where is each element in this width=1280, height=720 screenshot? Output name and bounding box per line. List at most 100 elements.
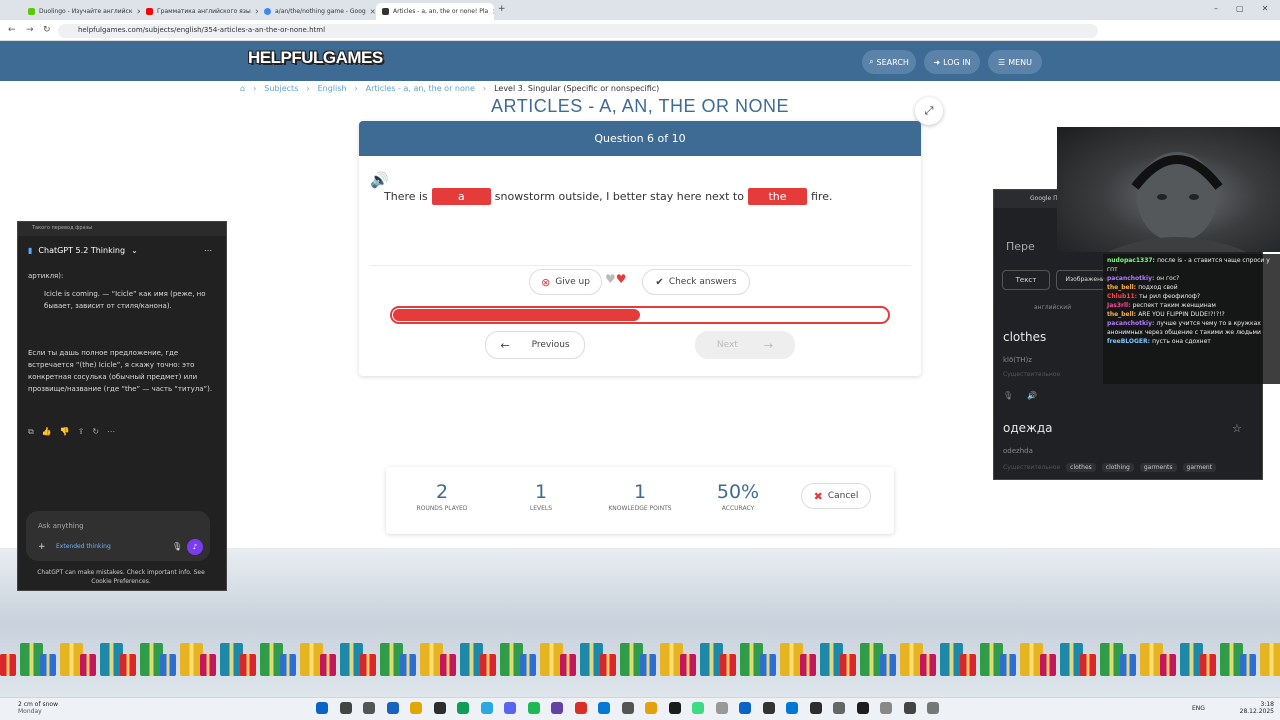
chat-text: респект таким женщинам bbox=[1132, 302, 1216, 309]
speaker-icon[interactable]: 🔊 bbox=[370, 171, 389, 189]
synonym-chip[interactable]: garment bbox=[1182, 463, 1217, 472]
text-mode-button[interactable]: Текст bbox=[1002, 270, 1050, 290]
thumbs-up-icon[interactable]: 👍 bbox=[42, 427, 52, 437]
close-circle-icon: ⊗ bbox=[541, 275, 551, 289]
more-icon[interactable]: ⋯ bbox=[107, 427, 115, 437]
copy-icon[interactable]: ⧉ bbox=[28, 427, 34, 437]
taskbar-app-icon[interactable] bbox=[903, 702, 916, 714]
model-selector[interactable]: ▮ ChatGPT 5.2 Thinking ⌄ bbox=[28, 246, 138, 255]
taskbar-app-icon[interactable] bbox=[433, 702, 446, 714]
login-button[interactable]: ➜ LOG IN bbox=[924, 50, 980, 74]
chat-input[interactable]: Ask anything + Extended thinking 🎙 ♪ bbox=[26, 511, 210, 561]
taskbar-app-icon[interactable] bbox=[786, 702, 798, 714]
cancel-button[interactable]: ✖ Cancel bbox=[801, 483, 871, 509]
browser-tab-duolingo[interactable]: Duolingo - Изучайте английск ✕ bbox=[22, 3, 140, 20]
synonym-chip[interactable]: clothes bbox=[1066, 463, 1096, 472]
result-translit: odezhda bbox=[1003, 447, 1033, 455]
home-icon[interactable]: ⌂ bbox=[240, 84, 245, 93]
taskbar-app-icon[interactable] bbox=[880, 702, 892, 714]
maximize-icon[interactable]: ▢ bbox=[1236, 4, 1244, 13]
gift-box bbox=[320, 654, 336, 676]
taskbar-app-icon[interactable] bbox=[316, 702, 328, 714]
heart-empty-icon: ♥ bbox=[605, 272, 616, 286]
taskbar-app-icon[interactable] bbox=[339, 702, 352, 714]
taskbar-app-icon[interactable] bbox=[386, 702, 399, 714]
answer-blank-1[interactable]: a bbox=[431, 188, 491, 205]
chat-username: the_bell: bbox=[1107, 311, 1139, 318]
speaker-icon[interactable]: 🔊 bbox=[1027, 391, 1037, 400]
breadcrumb-subjects[interactable]: Subjects bbox=[264, 84, 298, 93]
language-indicator[interactable]: ENG bbox=[1192, 705, 1205, 712]
extended-thinking-toggle[interactable]: Extended thinking bbox=[56, 543, 111, 550]
chat-text: он гос? bbox=[1156, 275, 1180, 282]
chat-message: pacanchotkiy: он гос? bbox=[1107, 274, 1276, 283]
plus-icon[interactable]: + bbox=[38, 542, 46, 552]
close-tab-icon[interactable]: ✕ bbox=[492, 8, 494, 16]
mic-icon[interactable]: 🎙 bbox=[1003, 391, 1013, 400]
synonym-chip[interactable]: clothing bbox=[1101, 463, 1134, 472]
weather-widget[interactable]: 2 cm of snow Monday bbox=[18, 701, 58, 715]
clock[interactable]: 3:18 28.12.2025 bbox=[1238, 701, 1274, 715]
taskbar-app-icon[interactable] bbox=[739, 702, 751, 714]
gift-box bbox=[40, 654, 56, 676]
taskbar-app-icon[interactable] bbox=[551, 702, 563, 714]
taskbar-app-icon[interactable] bbox=[598, 702, 610, 714]
voice-mode-button[interactable]: ♪ bbox=[187, 539, 203, 555]
taskbar-app-icon[interactable] bbox=[927, 702, 939, 714]
taskbar-app-icon[interactable] bbox=[856, 702, 869, 714]
close-window-icon[interactable]: ✕ bbox=[1262, 4, 1269, 13]
taskbar-app-icon[interactable] bbox=[504, 702, 516, 714]
synonym-chip[interactable]: garments bbox=[1139, 463, 1177, 472]
reload-icon[interactable]: ↻ bbox=[43, 25, 51, 35]
site-logo[interactable]: HELPFULGAMES bbox=[248, 48, 383, 75]
previous-button[interactable]: ← Previous bbox=[485, 331, 585, 359]
source-language[interactable]: английский bbox=[1034, 304, 1071, 311]
thumbs-down-icon[interactable]: 👎 bbox=[60, 427, 70, 437]
taskbar-app-icon[interactable] bbox=[480, 702, 493, 714]
browser-tab-google[interactable]: a/an/the/nothing game - Goog ✕ bbox=[258, 3, 376, 20]
star-icon[interactable]: ☆ bbox=[1232, 422, 1242, 435]
gift-box bbox=[480, 654, 496, 676]
check-answers-button[interactable]: ✔ Check answers bbox=[642, 269, 750, 295]
taskbar-app-icon[interactable] bbox=[363, 702, 375, 714]
address-bar[interactable]: helpfulgames.com/subjects/english/354-ar… bbox=[58, 24, 1098, 38]
gift-box bbox=[1120, 654, 1136, 676]
taskbar-app-icon[interactable] bbox=[692, 702, 704, 714]
menu-button[interactable]: ☰ MENU bbox=[988, 50, 1042, 74]
give-up-button[interactable]: ⊗ Give up bbox=[529, 269, 602, 295]
browser-tab-articles[interactable]: Articles - a, an, the or none! Pla✕ bbox=[376, 3, 494, 20]
more-icon[interactable]: ⋯ bbox=[204, 246, 212, 255]
taskbar-app-icon[interactable] bbox=[809, 702, 822, 714]
taskbar-app-icon[interactable] bbox=[762, 702, 775, 714]
answer-blank-2[interactable]: the bbox=[747, 188, 807, 205]
taskbar-app-icon[interactable] bbox=[668, 702, 681, 714]
regenerate-icon[interactable]: ↻ bbox=[92, 427, 99, 437]
new-tab-button[interactable]: + bbox=[498, 4, 506, 14]
minimize-icon[interactable]: – bbox=[1214, 4, 1218, 13]
share-icon[interactable]: ⇪ bbox=[78, 427, 85, 437]
taskbar-app-icon[interactable] bbox=[410, 702, 422, 714]
taskbar-app-icon[interactable] bbox=[833, 702, 845, 714]
taskbar-app-icon[interactable] bbox=[645, 702, 657, 714]
taskbar-app-icon[interactable] bbox=[527, 702, 540, 714]
taskbar-app-icon[interactable] bbox=[621, 702, 634, 714]
close-tab-icon[interactable]: ✕ bbox=[370, 8, 376, 16]
chat-username: Jas3rll: bbox=[1107, 302, 1133, 309]
mic-icon[interactable]: 🎙 bbox=[172, 542, 182, 551]
breadcrumb-english[interactable]: English bbox=[318, 84, 347, 93]
forward-icon[interactable]: → bbox=[26, 25, 34, 35]
next-button[interactable]: Next → bbox=[695, 331, 795, 359]
chat-message: the_bell: подход свой bbox=[1107, 283, 1276, 292]
search-button[interactable]: ⌕ SEARCH bbox=[862, 50, 916, 74]
translate-header: Пере bbox=[1006, 240, 1035, 253]
login-icon: ➜ bbox=[933, 57, 941, 67]
browser-tab-grammar[interactable]: Грамматика английского язы ✕ bbox=[140, 3, 258, 20]
back-icon[interactable]: ← bbox=[8, 25, 16, 35]
chatgpt-disclaimer: ChatGPT can make mistakes. Check importa… bbox=[37, 569, 205, 585]
taskbar-app-icon[interactable] bbox=[457, 702, 469, 714]
breadcrumb-articles[interactable]: Articles - a, an, the or none bbox=[366, 84, 475, 93]
sidebar-icon[interactable]: ▮ bbox=[28, 246, 32, 255]
chat-text: артикля): bbox=[28, 272, 64, 280]
taskbar-app-icon[interactable] bbox=[715, 702, 728, 714]
taskbar-app-icon[interactable] bbox=[574, 702, 587, 714]
